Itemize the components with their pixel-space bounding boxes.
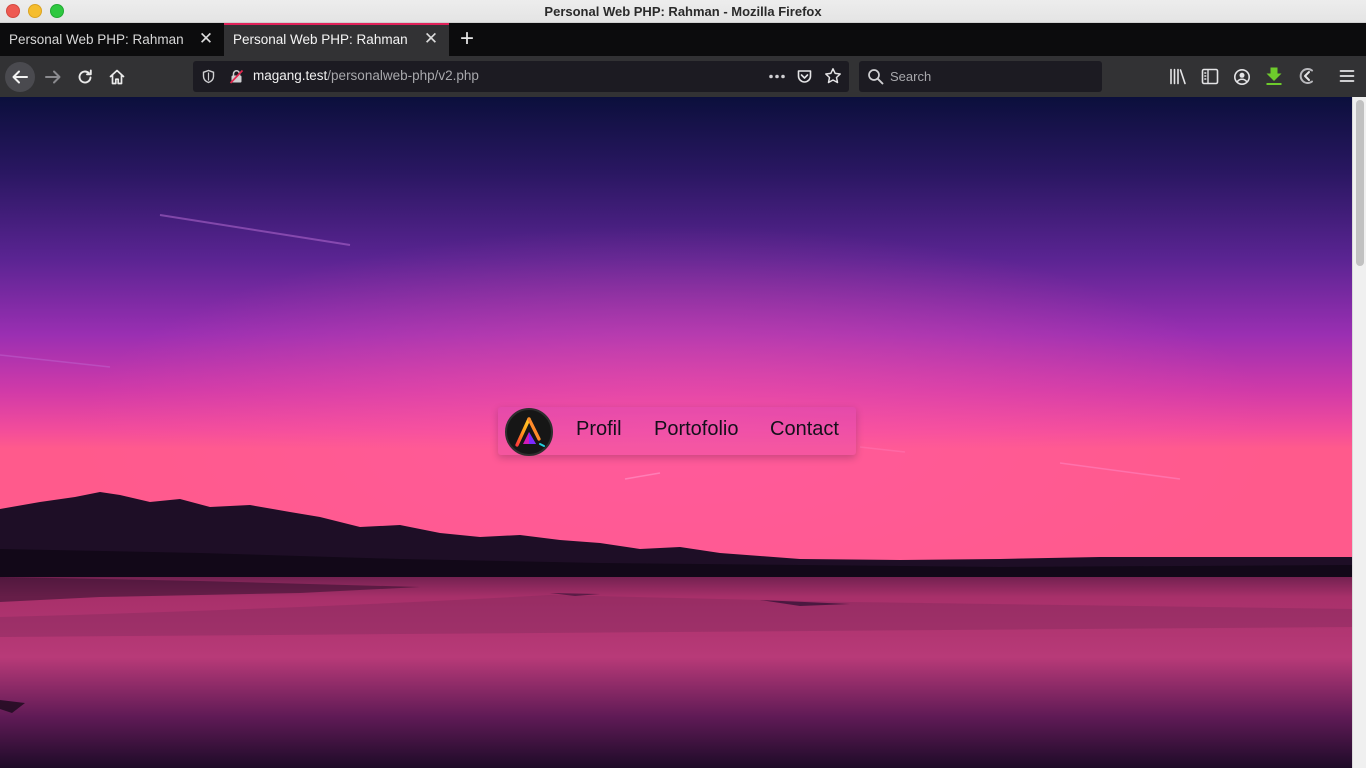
window-title: Personal Web PHP: Rahman - Mozilla Firef… [544,4,822,19]
search-bar[interactable]: Search [859,61,1102,92]
nav-link-profil[interactable]: Profil [576,418,622,441]
arrow-right-icon [45,70,61,84]
url-text[interactable]: magang.test/personalweb-php/v2.php [253,68,479,83]
reload-icon [78,69,92,84]
browser-tab-active[interactable]: Personal Web PHP: Rahman ✕ [224,23,449,56]
new-tab-button[interactable]: + [455,26,479,52]
scrollbar-thumb[interactable] [1356,100,1364,266]
tracking-protection-shield-icon[interactable] [201,69,216,84]
reload-button[interactable] [70,62,100,92]
url-host: magang.test [253,68,328,83]
library-icon[interactable] [1169,68,1187,85]
bookmark-star-icon[interactable] [824,67,842,85]
forward-button[interactable] [38,62,68,92]
hamburger-menu-icon[interactable] [1339,68,1355,84]
site-logo[interactable] [505,408,553,456]
navigation-menu: Profil Portofolio Contact [498,407,856,456]
page-actions-icon[interactable] [768,70,786,83]
tab-title: Personal Web PHP: Rahman [233,32,408,47]
arrow-left-icon [12,70,28,84]
browser-tab[interactable]: Personal Web PHP: Rahman ✕ [0,23,224,56]
account-icon[interactable] [1233,68,1251,86]
home-icon [109,69,125,85]
url-path: /personalweb-php/v2.php [327,68,479,83]
navigation-toolbar: magang.test/personalweb-php/v2.php Searc… [0,56,1366,97]
window-titlebar: Personal Web PHP: Rahman - Mozilla Firef… [0,0,1366,23]
search-icon [868,69,884,85]
triangle-logo-icon [515,417,545,447]
vertical-scrollbar[interactable] [1352,97,1366,768]
nav-link-portofolio[interactable]: Portofolio [654,418,739,441]
url-bar[interactable]: magang.test/personalweb-php/v2.php [193,61,849,92]
tab-title: Personal Web PHP: Rahman [9,32,184,47]
insecure-lock-icon[interactable] [229,69,244,84]
home-button[interactable] [102,62,132,92]
pocket-icon[interactable] [796,68,813,85]
download-icon[interactable] [1265,66,1283,86]
page-viewport: Profil Portofolio Contact [0,97,1352,768]
extension-icon[interactable] [1297,67,1315,85]
back-button[interactable] [5,62,35,92]
tab-strip: Personal Web PHP: Rahman ✕ Personal Web … [0,23,1366,56]
nav-link-contact[interactable]: Contact [770,418,839,441]
sidebar-icon[interactable] [1201,68,1219,85]
close-tab-icon[interactable]: ✕ [423,30,439,47]
close-tab-icon[interactable]: ✕ [198,30,214,47]
search-placeholder: Search [890,69,932,84]
